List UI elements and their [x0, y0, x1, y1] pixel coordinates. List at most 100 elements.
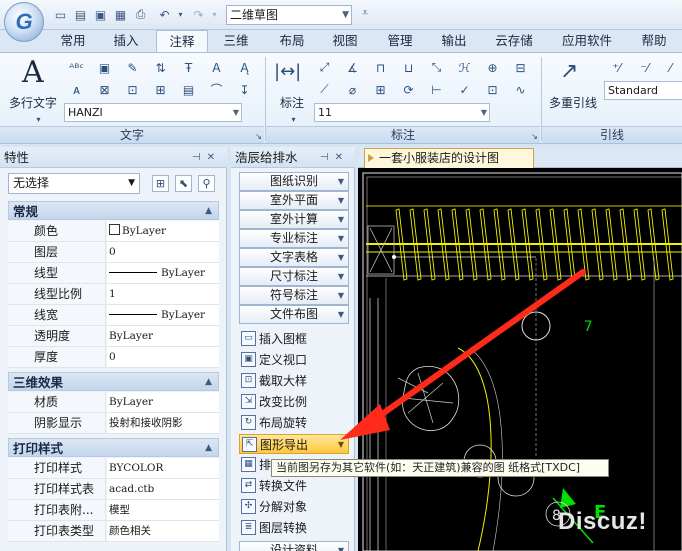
dim-ordinate-icon[interactable]: ⊡ [484, 81, 501, 98]
tool-category[interactable]: 设计资料 ▼ [239, 541, 349, 551]
text-justify-icon[interactable]: ⊡ [124, 81, 141, 98]
undo-icon[interactable]: ↶ [156, 6, 173, 23]
leader-align-icon[interactable]: ⁄ [662, 59, 679, 76]
dim-aligned-icon[interactable]: ⤢ [316, 59, 333, 76]
selection-dropdown[interactable]: 无选择 ▼ [8, 173, 140, 194]
ribbon-tab[interactable]: 注释 [156, 30, 208, 53]
text-mask-icon[interactable]: ▤ [180, 81, 197, 98]
new-file-icon[interactable]: ▭ [52, 6, 69, 23]
property-value[interactable]: 0 [107, 242, 219, 262]
text-style-select[interactable]: HANZI ▼ [64, 103, 242, 122]
dim-angular-icon[interactable]: ∡ [344, 59, 361, 76]
property-row[interactable]: 颜色 ByLayer [8, 221, 219, 242]
ribbon-tab[interactable]: 视图 [322, 30, 368, 52]
quick-select-icon[interactable]: ⚲ [198, 175, 215, 192]
property-value[interactable]: ByLayer [107, 392, 219, 412]
property-row[interactable]: 材质 ByLayer [8, 392, 219, 413]
multileader-icon[interactable]: ↗ [560, 59, 578, 84]
dimension-button[interactable]: 标注 [280, 94, 304, 111]
leader-remove-icon[interactable]: ⁻⁄ [636, 59, 653, 76]
tool-item[interactable]: ↻ 布局旋转 [239, 413, 349, 433]
property-value[interactable]: 投射和接收阴影 [107, 413, 219, 433]
tool-item[interactable]: ⇄ 转换文件 [239, 476, 349, 496]
property-value[interactable]: 0 [107, 347, 219, 367]
dim-style-select[interactable]: 11 ▼ [314, 103, 490, 122]
save-icon[interactable]: ▣ [92, 6, 109, 23]
property-row[interactable]: 打印表类型 颜色相关 [8, 521, 219, 542]
property-row[interactable]: 线型比例 1 [8, 284, 219, 305]
property-value[interactable]: 颜色相关 [107, 521, 219, 541]
tool-category[interactable]: 室外计算 ▼ [239, 210, 349, 229]
tool-category[interactable]: 图纸识别 ▼ [239, 172, 349, 191]
linear-dimension-icon[interactable]: |↔| [274, 61, 301, 82]
text-combine-icon[interactable]: ⊞ [152, 81, 169, 98]
property-row[interactable]: 阴影显示 投射和接收阴影 [8, 413, 219, 434]
dim-baseline-icon[interactable]: ⊓ [372, 59, 389, 76]
tool-item[interactable]: ▭ 插入图框 [239, 329, 349, 349]
tool-category[interactable]: 文字表格 ▼ [239, 248, 349, 267]
property-section-header[interactable]: 打印样式 ▲ [8, 438, 219, 457]
multiline-text-button[interactable]: 多行文字 [9, 94, 57, 111]
collapse-icon[interactable]: ▲ [205, 373, 212, 392]
property-row[interactable]: 打印样式 BYCOLOR [8, 458, 219, 479]
pin-icon[interactable]: ⊣ [320, 152, 335, 163]
customize-quick-access-icon[interactable]: ⩡ [362, 6, 368, 20]
text-height-icon[interactable]: Ａ [208, 59, 225, 76]
toggle-pickadd-icon[interactable]: ⊞ [152, 175, 169, 192]
dim-break-icon[interactable]: ⤡ [428, 59, 445, 76]
dim-tolerance-icon[interactable]: ⊢ [428, 81, 445, 98]
text-align-icon[interactable]: ⇅ [152, 59, 169, 76]
panel-controls[interactable]: ⊣✕ [320, 147, 349, 168]
property-value[interactable]: BYCOLOR [107, 458, 219, 478]
text-arc-icon[interactable]: ⌒ [208, 81, 225, 98]
ribbon-tab[interactable]: 云存储 [482, 30, 546, 52]
property-value[interactable]: 1 [107, 284, 219, 304]
tool-category[interactable]: 尺寸标注 ▼ [239, 267, 349, 286]
dim-radius-icon[interactable]: ⟋ [316, 81, 333, 98]
collapse-icon[interactable]: ▲ [205, 439, 212, 458]
tool-category[interactable]: 室外平面 ▼ [239, 191, 349, 210]
dim-diameter-icon[interactable]: ⌀ [344, 81, 361, 98]
leader-add-icon[interactable]: ⁺⁄ [608, 59, 625, 76]
tool-item[interactable]: ≣ 图层转换 [239, 518, 349, 538]
leader-style-select[interactable]: Standard [604, 81, 682, 100]
text-frame-icon[interactable]: ▣ [96, 59, 113, 76]
collapse-icon[interactable]: ▲ [205, 202, 212, 221]
multileader-button[interactable]: 多重引线 [549, 94, 597, 111]
ribbon-tab[interactable]: 管理 [376, 30, 424, 52]
property-value[interactable]: ByLayer [107, 326, 219, 346]
ribbon-tab[interactable]: 常用 [48, 30, 98, 52]
panel-controls[interactable]: ⊣✕ [192, 147, 221, 168]
save-as-icon[interactable]: ▦ [112, 6, 129, 23]
property-row[interactable]: 厚度 0 [8, 347, 219, 368]
ribbon-tab[interactable]: 应用软件 [550, 30, 624, 52]
dim-continue-icon[interactable]: ⊔ [400, 59, 417, 76]
tool-item[interactable]: ⇲ 改变比例 [239, 392, 349, 412]
drawing-canvas[interactable]: 7 8 E [358, 168, 682, 551]
redo-dropdown-icon[interactable]: ▾ [206, 6, 223, 23]
undo-dropdown-icon[interactable]: ▾ [172, 6, 189, 23]
ribbon-tab[interactable]: 帮助 [630, 30, 678, 52]
property-row[interactable]: 图层 0 [8, 242, 219, 263]
tool-item[interactable]: ⇱ 图形导出 ▼ [239, 434, 349, 454]
redo-icon[interactable]: ↷ [190, 6, 207, 23]
dim-oblique-icon[interactable]: ℋ [456, 59, 473, 76]
property-value[interactable]: ByLayer [107, 221, 219, 241]
print-icon[interactable]: ⎙ [132, 6, 149, 23]
text-scale-icon[interactable]: ⊠ [96, 81, 113, 98]
text-find-icon[interactable]: ᴀ [68, 81, 85, 98]
multiline-text-glyph-icon[interactable]: A [22, 55, 44, 90]
property-row[interactable]: 打印表附... 模型 [8, 500, 219, 521]
close-icon[interactable]: ✕ [207, 152, 221, 163]
open-folder-icon[interactable]: ▤ [72, 6, 89, 23]
tool-category[interactable]: 专业标注 ▼ [239, 229, 349, 248]
property-row[interactable]: 线型 ByLayer [8, 263, 219, 284]
ribbon-tab[interactable]: 三维 [212, 30, 260, 52]
dim-center-icon[interactable]: ⊕ [484, 59, 501, 76]
property-row[interactable]: 打印样式表 acad.ctb [8, 479, 219, 500]
text-style-icon[interactable]: Ą [236, 59, 253, 76]
spell-check-icon[interactable]: ᴬᴮᶜ [68, 59, 85, 76]
property-value[interactable]: ByLayer [107, 263, 219, 283]
property-value[interactable]: acad.ctb [107, 479, 219, 499]
property-section-header[interactable]: 三维效果 ▲ [8, 372, 219, 391]
